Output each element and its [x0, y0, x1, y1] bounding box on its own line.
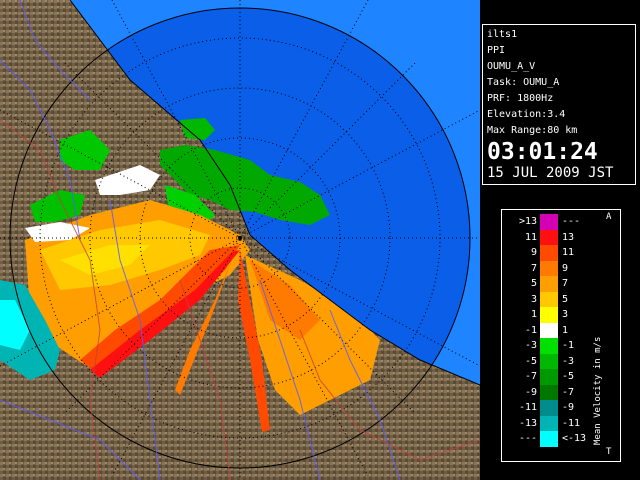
radar-site-marker	[238, 236, 242, 240]
info-product: OUMU_A_V	[487, 61, 536, 72]
legend-color-swatch	[540, 229, 558, 246]
legend-row: 13	[502, 307, 620, 323]
legend-color-swatch	[540, 400, 558, 416]
info-scan-type: PPI	[487, 45, 506, 56]
legend-row-lower-label: -1	[524, 324, 537, 336]
info-time: 03:01:24	[487, 139, 598, 165]
legend-row-lower-label: 3	[530, 293, 537, 305]
legend-row-upper-label: 13	[562, 231, 575, 243]
legend-row-upper-label: 5	[562, 293, 569, 305]
legend-color-swatch	[540, 384, 558, 401]
legend-row-upper-label: -1	[562, 340, 575, 351]
legend-row-upper-label: -7	[562, 386, 575, 398]
legend-row-lower-label: 1	[530, 309, 537, 320]
side-panel: ilts1 PPI OUMU_A_V Task: OUMU_A PRF: 180…	[480, 0, 640, 480]
legend-row-upper-label: -11	[562, 417, 581, 429]
info-max-range: Max Range:80 km	[487, 125, 578, 136]
legend-row: 79	[502, 260, 620, 277]
legend-row-upper-label: 11	[562, 247, 575, 258]
legend-row: 57	[502, 276, 620, 292]
info-task: Task: OUMU_A	[487, 77, 560, 88]
legend-row-upper-label: -5	[562, 371, 575, 382]
legend-row-lower-label: >13	[518, 216, 537, 227]
legend-row-upper-label: ---	[562, 216, 581, 227]
legend-row-lower-label: ---	[518, 433, 537, 444]
legend-color-swatch	[540, 260, 558, 277]
legend-row-upper-label: 1	[562, 324, 569, 336]
legend-row-upper-label: 7	[562, 278, 569, 289]
legend-color-swatch	[540, 291, 558, 308]
legend-row: 11 13	[502, 229, 620, 246]
legend-title: Mean Velocity in m/s	[593, 336, 603, 445]
legend-row-upper-label: <-13	[562, 433, 587, 444]
legend-row-lower-label: 9	[530, 247, 537, 258]
legend-row-upper-label: 3	[562, 309, 569, 320]
legend-row-lower-label: -13	[518, 417, 537, 429]
radar-map-svg	[0, 0, 480, 480]
legend-row: >13 ---	[502, 214, 620, 230]
legend-top-marker: A	[606, 212, 612, 222]
legend-row-lower-label: -5	[524, 355, 537, 367]
info-site: ilts1	[487, 29, 518, 40]
legend-row-lower-label: -3	[524, 340, 537, 351]
legend-color-swatch	[540, 214, 558, 230]
legend-row-lower-label: -9	[524, 386, 537, 398]
legend-row-lower-label: 5	[530, 278, 537, 289]
info-box: ilts1 PPI OUMU_A_V Task: OUMU_A PRF: 180…	[482, 24, 636, 185]
info-elevation: Elevation:3.4	[487, 109, 566, 120]
legend-row-lower-label: -7	[524, 371, 537, 382]
legend-row-upper-label: -3	[562, 355, 575, 367]
legend-row-upper-label: 9	[562, 262, 569, 274]
legend-row-lower-label: 7	[530, 262, 537, 274]
legend-color-swatch	[540, 338, 558, 354]
legend-row-lower-label: -11	[518, 402, 537, 413]
legend-row-lower-label: 11	[524, 231, 537, 243]
legend-color-swatch	[540, 322, 558, 339]
velocity-legend: >13 --- 11 13 9 11 7 9 5 7 3 5 1 3 -1 1 -3 -1 -5 -3 -7 -5 -9 -7…	[501, 209, 621, 462]
legend-color-swatch	[540, 369, 558, 385]
radar-ppi-display[interactable]	[0, 0, 480, 480]
legend-row: 9 11	[502, 245, 620, 261]
info-date: 15 JUL 2009 JST	[487, 165, 614, 181]
legend-row-upper-label: -9	[562, 402, 575, 413]
legend-color-swatch	[540, 415, 558, 432]
legend-color-swatch	[540, 353, 558, 370]
legend-row: 35	[502, 291, 620, 308]
legend-color-swatch	[540, 245, 558, 261]
legend-color-swatch	[540, 276, 558, 292]
legend-color-swatch	[540, 431, 558, 447]
info-prf: PRF: 1800Hz	[487, 93, 554, 104]
legend-bottom-marker: T	[606, 447, 612, 457]
legend-color-swatch	[540, 307, 558, 323]
